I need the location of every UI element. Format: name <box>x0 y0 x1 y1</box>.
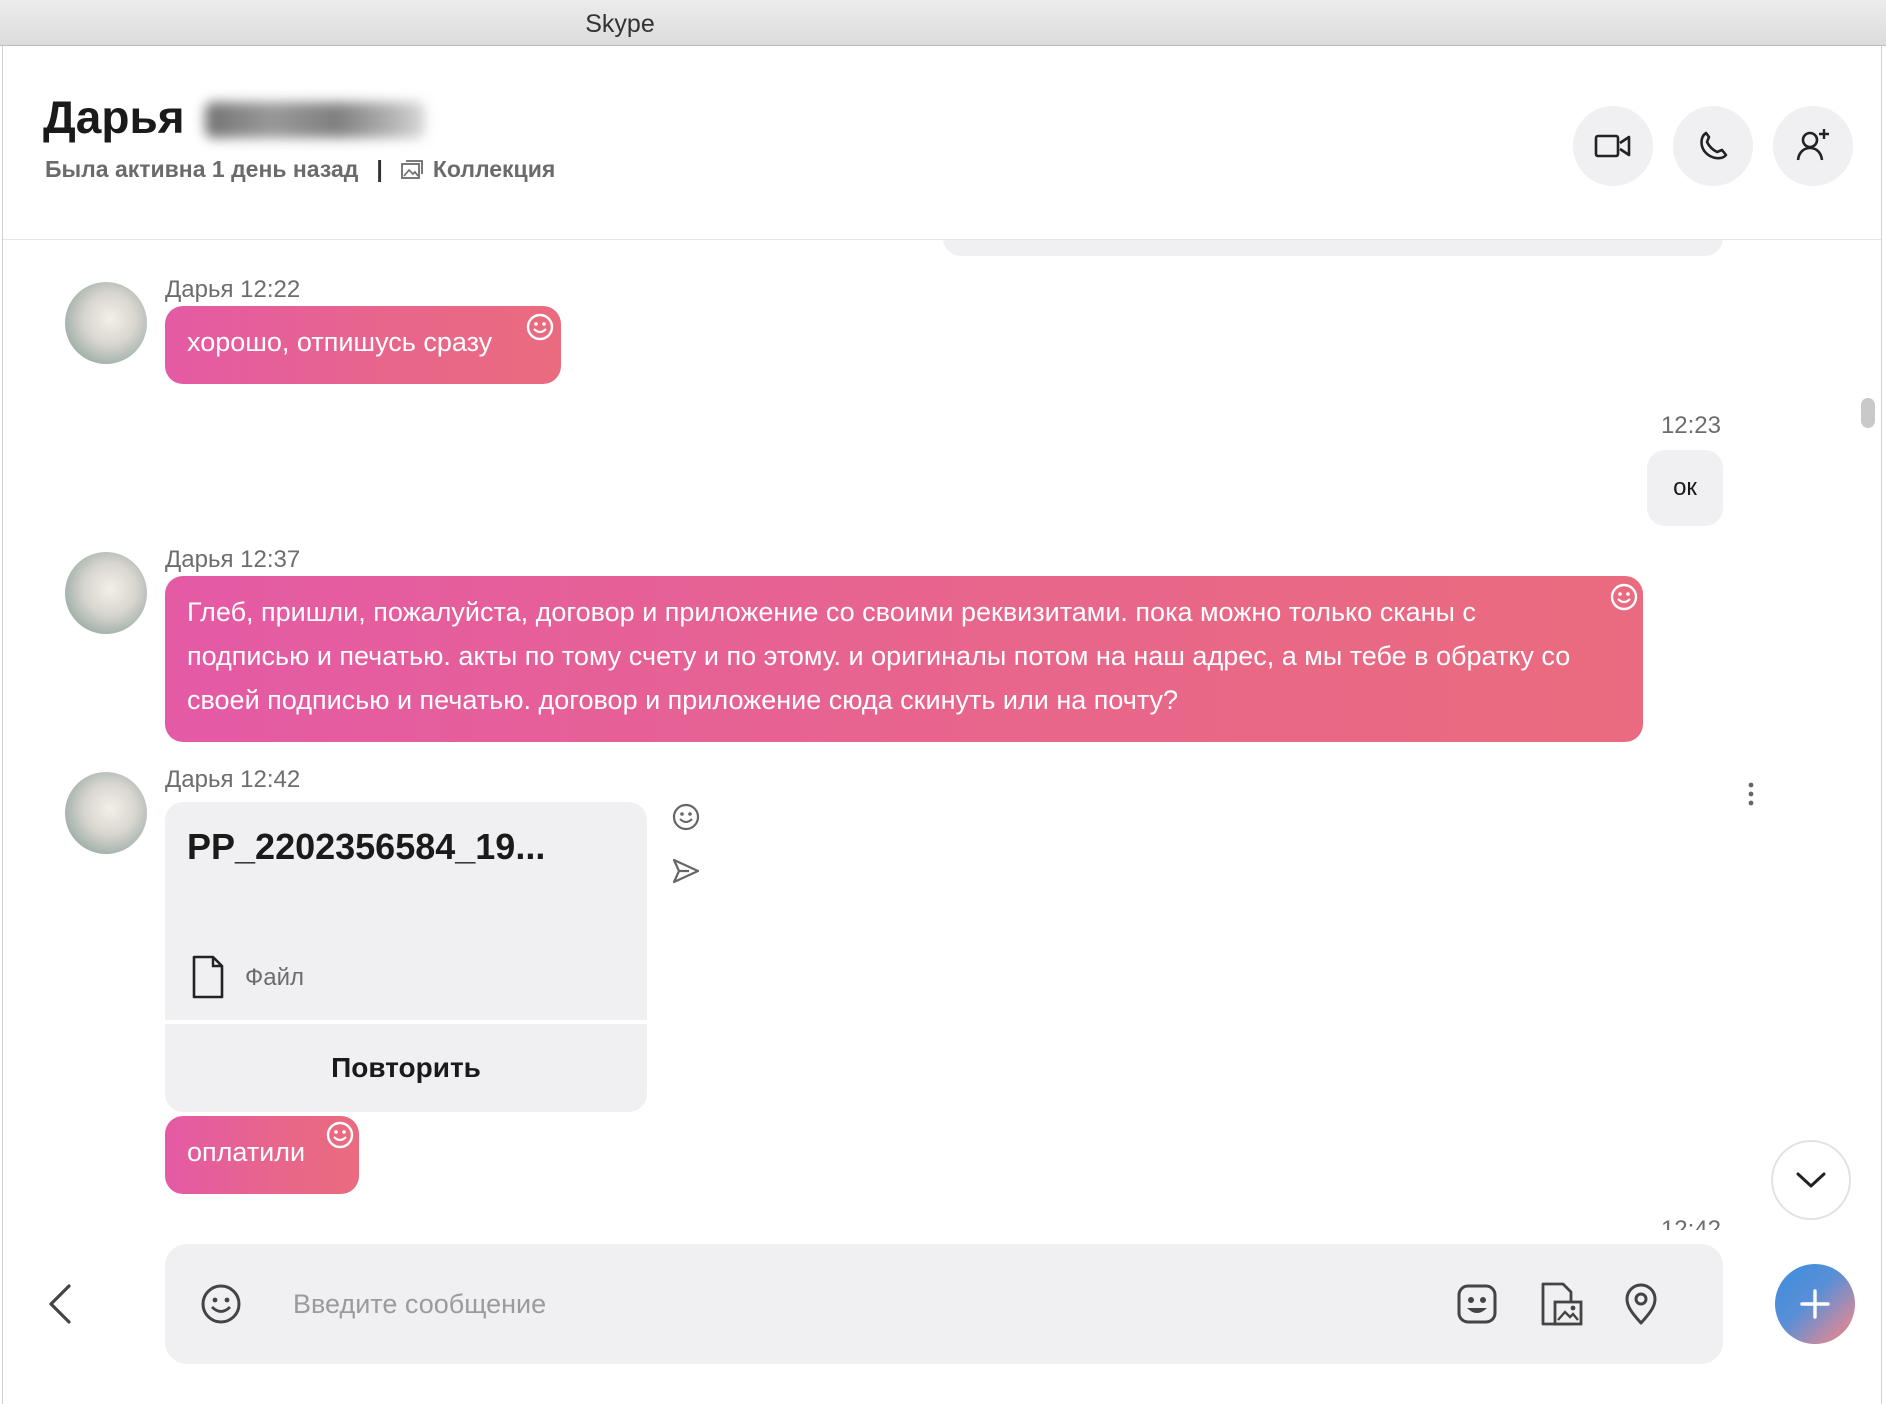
message-text: ок <box>1673 474 1697 501</box>
add-content-button[interactable] <box>1775 1264 1855 1344</box>
add-participant-button[interactable] <box>1773 106 1853 186</box>
gallery-icon <box>400 159 423 179</box>
message-time: 12:22 <box>240 276 301 303</box>
phone-icon <box>1700 131 1728 160</box>
sender-name: Дарья <box>165 766 234 793</box>
message-meta: Дарья 12:37 <box>165 546 300 574</box>
sender-name: Дарья <box>165 276 234 303</box>
contact-name[interactable]: Дарья <box>43 90 185 144</box>
video-call-button[interactable] <box>1573 106 1653 186</box>
message-time: 12:42 <box>1660 1216 1721 1230</box>
message-input[interactable] <box>293 1278 1293 1330</box>
video-camera-icon <box>1594 134 1631 158</box>
message-time: 12:42 <box>240 766 301 793</box>
back-chevron-icon[interactable] <box>43 1280 77 1328</box>
status-separator: | <box>376 156 383 182</box>
message-time: 12:37 <box>240 546 301 573</box>
avatar[interactable] <box>65 282 147 364</box>
incoming-message-bubble[interactable]: Глеб, пришли, пожалуйста, договор и прил… <box>165 576 1643 742</box>
message-meta: Дарья 12:22 <box>165 276 300 304</box>
file-type-label: Файл <box>245 964 305 991</box>
reaction-smiley-icon[interactable] <box>325 1120 355 1150</box>
emoji-icon[interactable] <box>199 1282 243 1326</box>
incoming-message-bubble[interactable]: хорошо, отпишусь сразу <box>165 306 561 384</box>
outgoing-message-bubble[interactable]: ок <box>1647 450 1723 526</box>
reaction-smiley-icon[interactable] <box>671 802 701 832</box>
message-composer <box>165 1244 1723 1364</box>
plus-icon <box>1800 1289 1830 1319</box>
message-meta: Дарья 12:42 <box>165 766 300 794</box>
more-options-icon[interactable] <box>1745 780 1757 810</box>
scrollbar-thumb[interactable] <box>1861 398 1875 428</box>
skype-window: Дарья Была активна 1 день назад | Коллек… <box>2 46 1882 1404</box>
file-attachment-card[interactable]: PP_2202356584_19... Файл Повторить <box>165 802 647 1112</box>
forward-icon[interactable] <box>671 856 701 886</box>
location-pin-icon[interactable] <box>1619 1282 1663 1326</box>
conversation-header: Дарья Была активна 1 день назад | Коллек… <box>3 46 1881 240</box>
contact-status-line: Была активна 1 день назад | Коллекция <box>45 156 555 183</box>
add-person-icon <box>1796 129 1829 161</box>
scroll-to-bottom-button[interactable] <box>1771 1140 1851 1220</box>
send-file-icon[interactable] <box>1537 1280 1585 1328</box>
chevron-down-icon <box>1796 1172 1826 1188</box>
file-icon <box>192 955 224 999</box>
message-time: 12:23 <box>1660 412 1721 439</box>
sender-name: Дарья <box>165 546 234 573</box>
file-name: PP_2202356584_19... <box>187 826 546 867</box>
message-text: хорошо, отпишусь сразу <box>187 327 493 357</box>
window-titlebar: Skype <box>0 0 1886 46</box>
redacted-surname <box>205 102 425 138</box>
audio-call-button[interactable] <box>1673 106 1753 186</box>
reaction-smiley-icon[interactable] <box>1609 582 1639 612</box>
window-title: Skype <box>585 10 655 38</box>
previous-message-bubble <box>943 240 1723 256</box>
sticker-icon[interactable] <box>1455 1282 1499 1326</box>
retry-button[interactable]: Повторить <box>165 1024 647 1112</box>
avatar[interactable] <box>65 552 147 634</box>
message-text: оплатили <box>187 1137 306 1167</box>
avatar[interactable] <box>65 772 147 854</box>
message-text: Глеб, пришли, пожалуйста, договор и прил… <box>187 597 1571 715</box>
message-list[interactable]: Дарья 12:22 хорошо, отпишусь сразу 12:23… <box>3 240 1881 1230</box>
reaction-smiley-icon[interactable] <box>525 312 555 342</box>
collection-link[interactable]: Коллекция <box>433 156 555 183</box>
contact-status: Была активна 1 день назад <box>45 156 359 182</box>
